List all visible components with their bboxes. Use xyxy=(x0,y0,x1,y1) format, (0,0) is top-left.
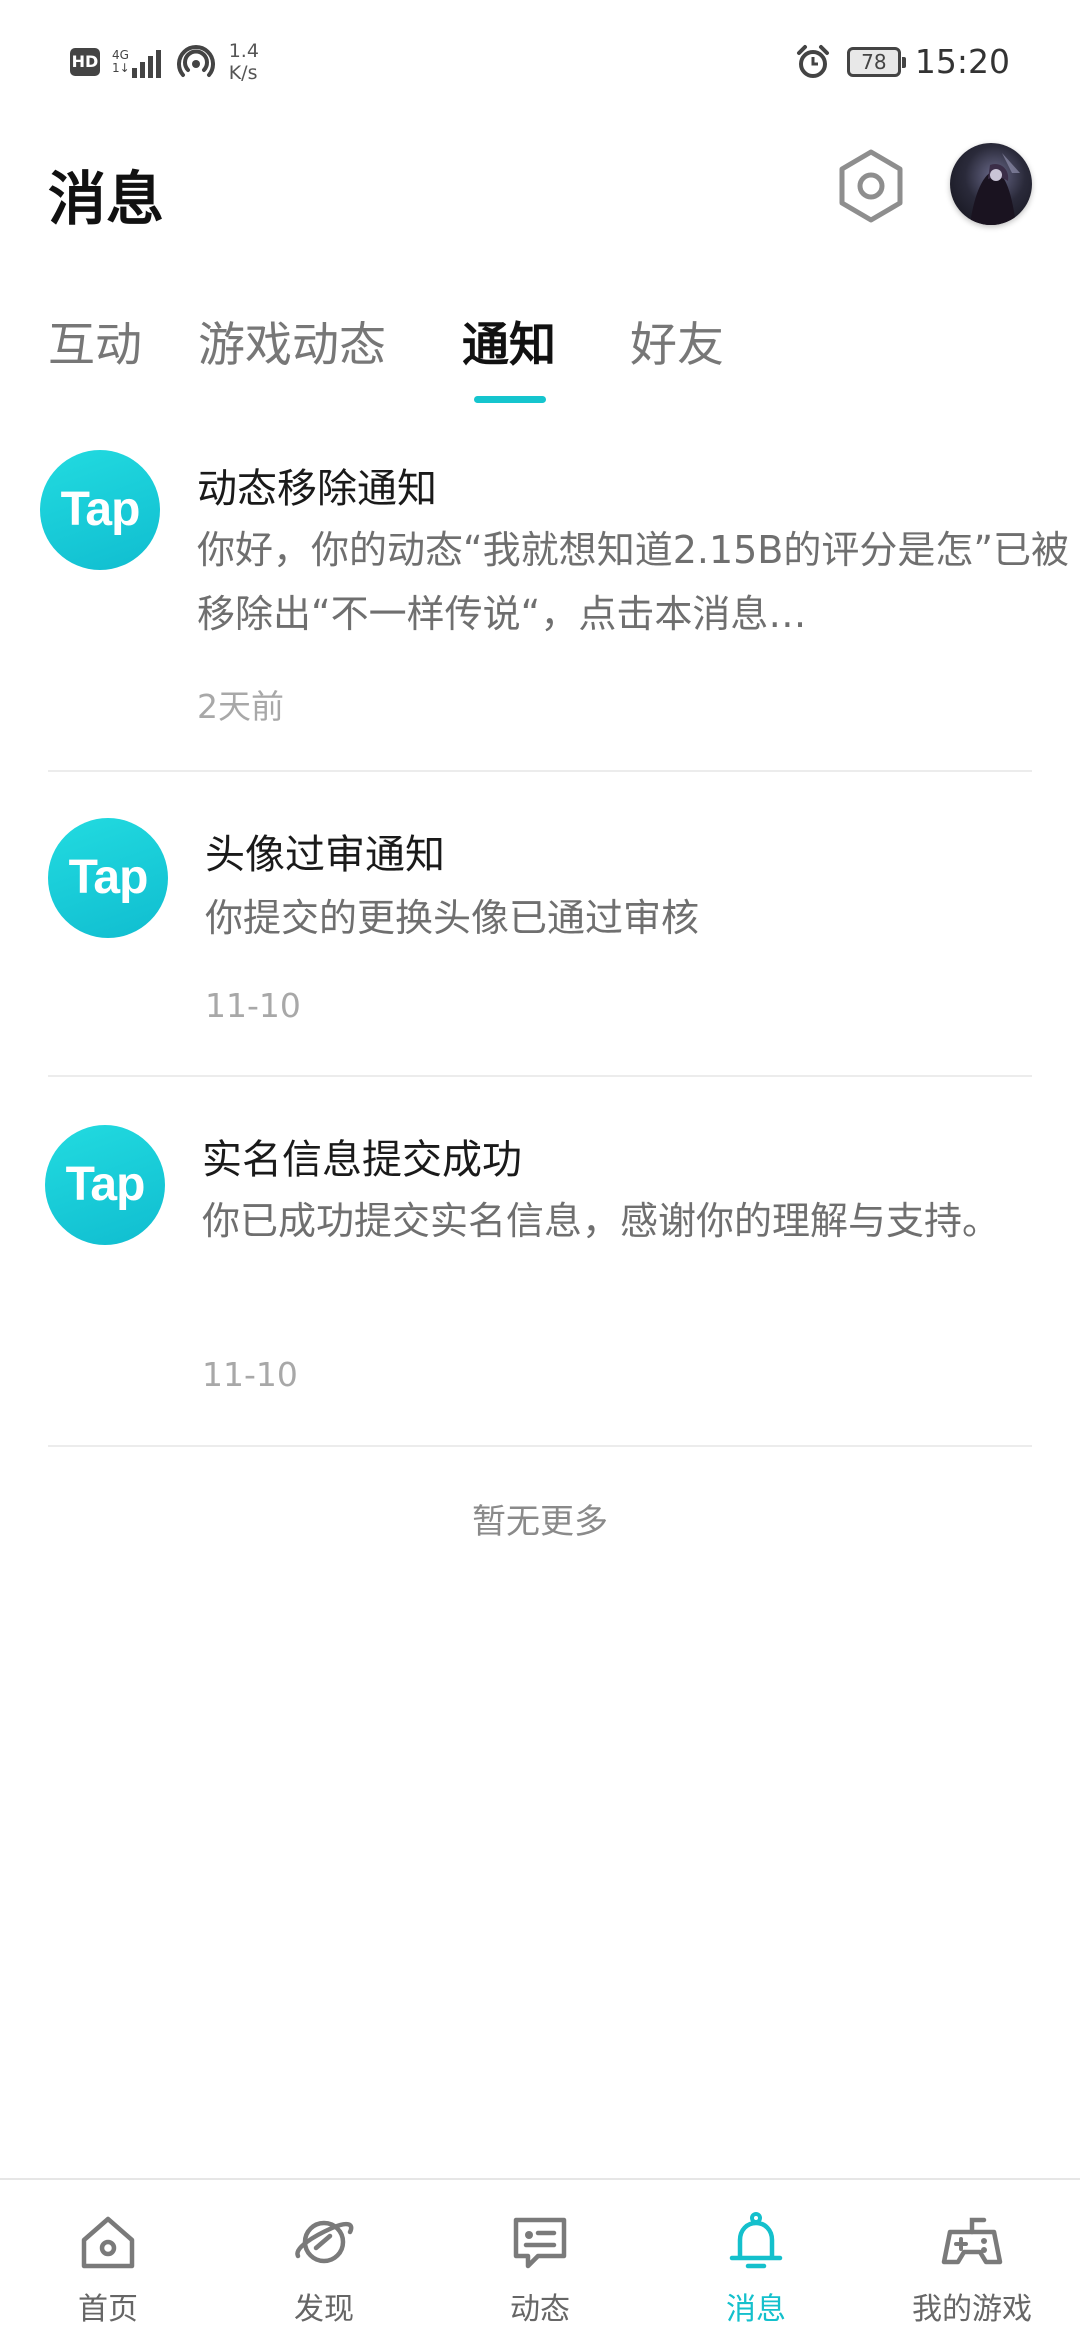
tab-friends[interactable]: 好友 xyxy=(630,306,724,375)
avatar-image xyxy=(970,153,1020,225)
clock: 15:20 xyxy=(914,42,1010,81)
net-speed: 1.4 K/s xyxy=(215,40,259,84)
nav-label: 消息 xyxy=(726,2292,786,2327)
nav-discover[interactable]: 发现 xyxy=(216,2180,432,2340)
gamepad-icon xyxy=(941,2217,1003,2265)
bell-icon xyxy=(729,2212,783,2269)
divider xyxy=(48,1445,1032,1447)
notification-body: 你好，你的动态“我就想知道2.15B的评分是怎”已被移除出“不一样传说“，点击本… xyxy=(197,528,1070,636)
settings-gear-icon[interactable] xyxy=(833,148,909,224)
tab-bar: 互动 游戏动态 通知 好友 xyxy=(48,306,1048,406)
notification-item[interactable]: Tap 头像过审通知 你提交的更换头像已通过审核 11-10 xyxy=(0,772,1080,1074)
battery-icon: 78 xyxy=(846,46,906,77)
nav-label: 动态 xyxy=(510,2292,570,2327)
notification-item[interactable]: Tap 实名信息提交成功 你已成功提交实名信息，感谢你的理解与支持。 11-10 xyxy=(0,1077,1080,1447)
tap-logo-icon: Tap xyxy=(48,818,168,938)
nav-my-games[interactable]: 我的游戏 xyxy=(864,2180,1080,2340)
nav-home[interactable]: 首页 xyxy=(0,2180,216,2340)
alarm-icon xyxy=(796,44,829,78)
tab-interaction[interactable]: 互动 xyxy=(48,306,142,375)
no-more-text: 暂无更多 xyxy=(472,1502,608,1542)
tab-game-feed[interactable]: 游戏动态 xyxy=(198,306,386,375)
notification-item[interactable]: Tap 动态移除通知 你好，你的动态“我就想知道2.15B的评分是怎”已被移除出… xyxy=(0,430,1080,770)
nav-label: 我的游戏 xyxy=(912,2292,1032,2327)
nav-label: 发现 xyxy=(294,2292,354,2327)
nav-feed[interactable]: 动态 xyxy=(432,2180,648,2340)
nav-label: 首页 xyxy=(78,2292,138,2327)
notification-title: 头像过审通知 xyxy=(205,832,445,878)
screen: HD 4G 1↓ 1.4 K/s 78 15:20 消息 互动 游戏动态 通知 … xyxy=(0,0,1080,2340)
hd-badge: HD xyxy=(70,48,100,76)
notification-body: 你已成功提交实名信息，感谢你的理解与支持。 xyxy=(202,1199,1001,1243)
bottom-nav: 首页 发现 动态 消息 我的游戏 xyxy=(0,2178,1080,2340)
message-card-icon xyxy=(513,2217,567,2269)
notification-title: 实名信息提交成功 xyxy=(202,1137,522,1183)
home-icon xyxy=(81,2216,135,2269)
network-type: 4G 1↓ xyxy=(112,49,132,75)
net-speed-unit: K/s xyxy=(228,62,258,84)
tab-notifications[interactable]: 通知 xyxy=(462,306,556,375)
network-arrows: 1↓ xyxy=(112,61,130,75)
notification-title: 动态移除通知 xyxy=(197,466,437,512)
tap-logo-icon: Tap xyxy=(45,1125,165,1245)
status-right: 78 15:20 xyxy=(795,42,1010,81)
notification-time: 11-10 xyxy=(205,986,301,1025)
notification-time: 11-10 xyxy=(202,1355,298,1394)
avatar[interactable] xyxy=(950,143,1032,225)
page-title: 消息 xyxy=(48,165,165,233)
notification-body: 你提交的更换头像已通过审核 xyxy=(205,896,700,940)
tap-logo-icon: Tap xyxy=(40,450,160,570)
net-speed-value: 1.4 xyxy=(228,40,259,62)
notification-time: 2天前 xyxy=(197,687,284,726)
hotspot-icon xyxy=(176,45,215,77)
status-bar: HD 4G 1↓ 1.4 K/s 78 15:20 xyxy=(0,0,1080,124)
status-left: HD 4G 1↓ 1.4 K/s xyxy=(70,40,259,84)
planet-icon xyxy=(295,2220,354,2264)
nav-messages[interactable]: 消息 xyxy=(648,2180,864,2340)
signal-icon xyxy=(131,46,161,78)
tab-active-indicator xyxy=(474,396,546,403)
